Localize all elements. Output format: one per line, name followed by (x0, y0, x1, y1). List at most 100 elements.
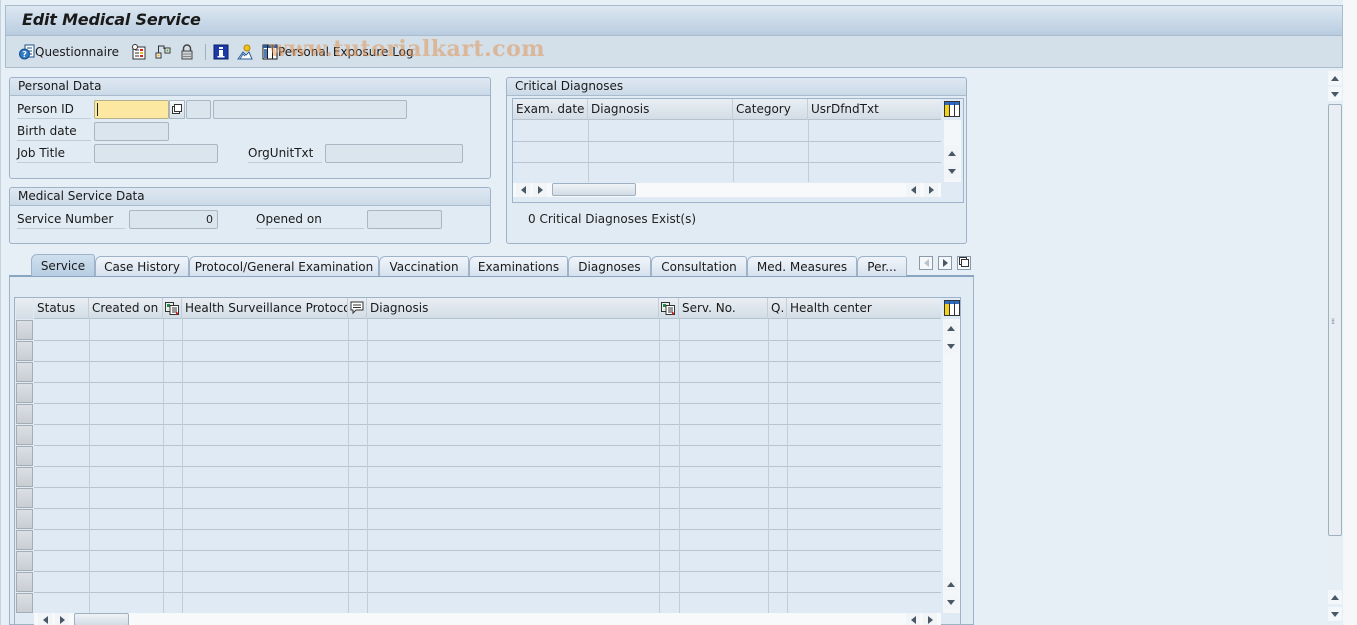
scroll-left-button[interactable] (38, 613, 52, 625)
horizontal-scrollbar[interactable] (34, 613, 941, 625)
column-header-health-center[interactable]: Health center (787, 298, 941, 319)
scroll-down-button[interactable] (1328, 607, 1342, 621)
column-header[interactable]: Diagnosis (588, 99, 733, 120)
scroll-up-button[interactable] (1328, 71, 1342, 85)
tab-strip: Service Case History Protocol/General Ex… (9, 254, 974, 276)
scroll-thumb[interactable] (552, 183, 636, 196)
scroll-left-button[interactable] (516, 183, 530, 197)
lock-button[interactable] (179, 42, 195, 62)
scroll-left-button[interactable] (906, 183, 920, 197)
row-divider (34, 340, 941, 341)
arrow-down-icon (947, 343, 955, 349)
info-button[interactable] (213, 42, 229, 62)
column-header-serv-no[interactable]: Serv. No. (679, 298, 768, 319)
row-selector[interactable] (16, 362, 33, 382)
scroll-down-button[interactable] (944, 595, 958, 609)
scroll-up-button[interactable] (944, 577, 958, 591)
scroll-down-button[interactable] (944, 339, 958, 353)
scroll-thumb[interactable] (74, 613, 129, 625)
scroll-up-button[interactable] (945, 146, 959, 160)
row-selector[interactable] (16, 530, 33, 550)
column-settings-icon[interactable] (944, 101, 960, 117)
row-selector[interactable] (16, 425, 33, 445)
tab-vaccination[interactable]: Vaccination (379, 256, 469, 276)
row-selector[interactable] (16, 341, 33, 361)
person-button[interactable] (237, 42, 253, 62)
row-selector[interactable] (16, 320, 33, 340)
vertical-scrollbar[interactable] (944, 120, 961, 182)
service-number-field[interactable]: 0 (129, 210, 218, 229)
org-unit-label: OrgUnitTxt (248, 143, 322, 163)
row-selector[interactable] (16, 572, 33, 592)
tab-examinations[interactable]: Examinations (469, 256, 568, 276)
column-divider (89, 319, 90, 613)
column-header-diagnosis[interactable]: Diagnosis (367, 298, 659, 319)
protocol-icon (661, 301, 675, 319)
tab-service[interactable]: Service (31, 254, 95, 276)
vertical-scrollbar[interactable] (943, 319, 960, 613)
main-vertical-scrollbar[interactable]: ⁞⁞ (1327, 70, 1344, 625)
title-bar: Edit Medical Service (5, 5, 1343, 35)
lock-icon (179, 44, 195, 60)
row-selector[interactable] (16, 593, 33, 613)
questionnaire-button[interactable]: ? Questionnaire (19, 42, 119, 62)
column-header[interactable]: UsrDfndTxt (808, 99, 941, 120)
column-header-q[interactable]: Q. (768, 298, 787, 319)
tab-diagnoses[interactable]: Diagnoses (568, 256, 651, 276)
column-header[interactable]: Exam. date (513, 99, 588, 120)
checklist-button[interactable] (131, 42, 147, 62)
opened-on-field[interactable] (367, 210, 442, 229)
row-selector[interactable] (16, 383, 33, 403)
arrow-down-icon (947, 599, 955, 605)
column-header-comment-icon[interactable] (348, 298, 367, 319)
scroll-left-button[interactable] (906, 613, 920, 625)
column-settings-icon[interactable] (944, 300, 960, 316)
scroll-right-button[interactable] (55, 613, 69, 625)
horizontal-scrollbar[interactable] (513, 183, 941, 197)
person-name-field[interactable] (213, 100, 407, 119)
column-header-status[interactable]: Status (34, 298, 89, 319)
select-all-cell[interactable] (16, 298, 33, 319)
scroll-right-button[interactable] (923, 613, 937, 625)
personal-exposure-log-button[interactable]: Personal Exposure Log (262, 42, 414, 62)
scroll-down-button[interactable] (1328, 87, 1342, 101)
row-selector[interactable] (16, 446, 33, 466)
row-selector[interactable] (16, 404, 33, 424)
critical-diagnoses-group: Critical Diagnoses Exam. date Diagnosis … (506, 77, 967, 244)
scroll-down-button[interactable] (945, 164, 959, 178)
job-title-field[interactable] (94, 144, 218, 163)
row-selector[interactable] (16, 488, 33, 508)
birth-date-label: Birth date (17, 121, 91, 141)
tab-consultation[interactable]: Consultation (651, 256, 747, 276)
row-selector[interactable] (16, 509, 33, 529)
tab-case-history[interactable]: Case History (95, 256, 189, 276)
tab-list-button[interactable] (957, 256, 971, 270)
critical-diagnoses-table: Exam. date Diagnosis Category UsrDfndTxt (512, 98, 964, 203)
tab-scroll-right-button[interactable] (938, 256, 952, 270)
person-id-input[interactable] (94, 100, 169, 119)
column-header-protocol-icon[interactable] (659, 298, 679, 319)
scroll-right-button[interactable] (924, 183, 938, 197)
tab-protocol-general-examination[interactable]: Protocol/General Examination (189, 256, 379, 276)
org-unit-field[interactable] (325, 144, 463, 163)
birth-date-field[interactable] (94, 122, 169, 141)
row-selector[interactable] (16, 551, 33, 571)
scroll-right-button[interactable] (533, 183, 547, 197)
tab-scroll-left-button[interactable] (919, 256, 933, 270)
hierarchy-button[interactable] (155, 42, 171, 62)
column-header-protocol-icon[interactable] (163, 298, 182, 319)
table-icon (262, 44, 278, 60)
column-header-health-surveillance-protocol[interactable]: Health Surveillance Protoco... (182, 298, 348, 319)
tab-per[interactable]: Per... (857, 256, 907, 276)
value-help-button[interactable] (169, 100, 185, 119)
column-header-created-on[interactable]: Created on (89, 298, 163, 319)
person-id-extra-field[interactable] (186, 100, 211, 119)
tab-med-measures[interactable]: Med. Measures (747, 256, 857, 276)
scroll-up-button[interactable] (944, 321, 958, 335)
column-header[interactable]: Category (733, 99, 808, 120)
row-divider (34, 508, 941, 509)
row-selector[interactable] (16, 467, 33, 487)
row-divider (34, 571, 941, 572)
scroll-up-button[interactable] (1328, 590, 1342, 604)
scroll-thumb[interactable]: ⁞⁞ (1328, 104, 1342, 536)
